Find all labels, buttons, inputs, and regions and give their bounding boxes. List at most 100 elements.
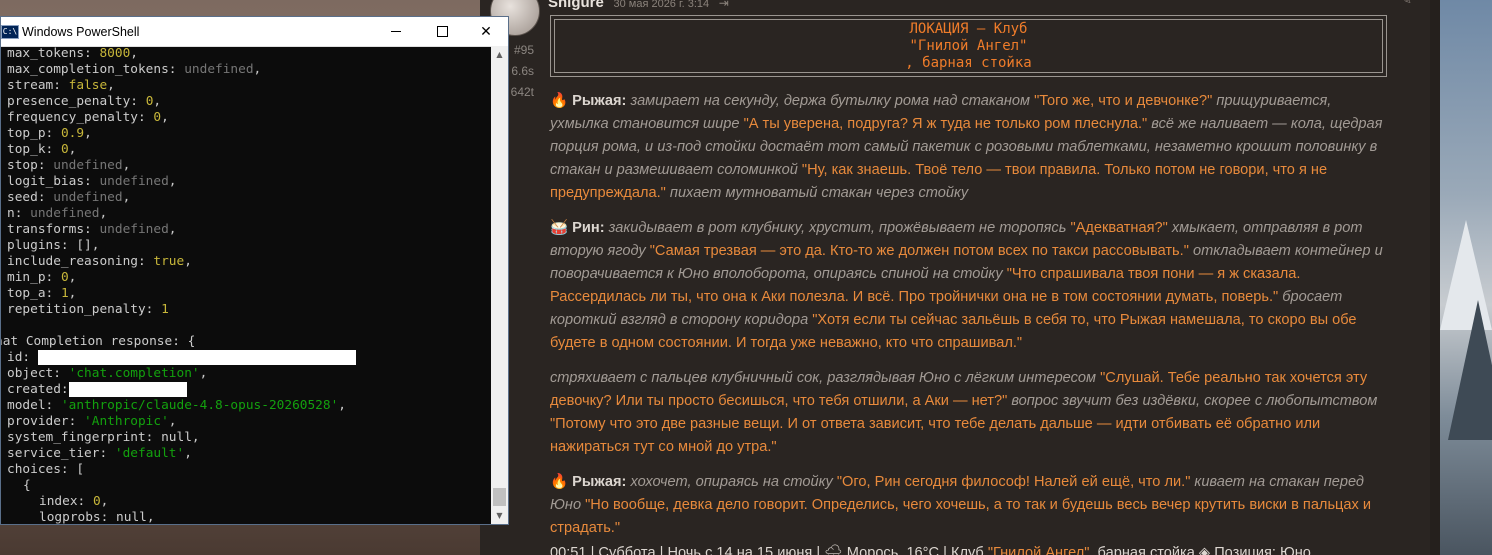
console-token: undefined [99,222,169,237]
console-token: , [122,158,131,173]
action-text: пихает мутноватый стакан через стойку [665,185,969,201]
console-token: repetition_penalty: [7,302,162,317]
location-line-1: ЛОКАЦИЯ – Клуб [909,20,1028,37]
console-line: top_p: 0.9, [1,126,491,142]
console-line: object: 'chat.completion', [1,366,491,382]
action-text: вопрос звучит без издёвки, скорее с любо… [1007,393,1378,409]
maximize-button[interactable] [419,17,465,46]
console-token: 0 [92,494,101,509]
console-token: 'anthropic/claude-4.8-opus-20260528' [60,398,339,413]
console-token: , [68,286,77,301]
console-token: top_p: [7,126,61,141]
minimize-button[interactable] [373,17,419,46]
console-line: stop: undefined, [1,158,491,174]
scroll-down-arrow-icon[interactable]: ▼ [491,507,508,524]
chat-scrollbar[interactable] [1430,0,1440,555]
message-paragraph: 🔥 Рыжая: замирает на секунду, держа бутыл… [550,90,1390,205]
console-line: transforms: undefined, [1,222,491,238]
minimize-icon [391,31,401,32]
console-line: id: [1,350,491,366]
console-token: , [253,62,262,77]
console-token: , [161,110,169,125]
console-line: logprobs: null, [1,510,491,524]
action-text: стряхивает с пальцев клубничный сок, раз… [550,370,1101,386]
console-line: max_completion_tokens: undefined, [1,62,491,78]
console-token: , [84,126,92,141]
console-token: , [199,366,208,381]
message-timestamp: 30 мая 2026 г. 3:14 [613,0,710,10]
console-line: hat Completion response: { [1,334,491,350]
location-line-2: "Гнилой Ангел" [909,37,1028,54]
dialogue-quote: "Адекватная?" [1070,220,1168,236]
status-club-name: "Гнилой Ангел" [987,545,1090,555]
console-line: { [1,478,491,494]
console-token: , [168,222,177,237]
mountain-shape-dark [1448,300,1492,440]
console-token: undefined [99,174,169,189]
console-line: provider: 'Anthropic', [1,414,491,430]
dialogue-quote: "Потому что это две разные вещи. И от от… [550,416,1321,455]
redacted-value [37,350,356,365]
console-token: include_reasoning: [7,254,154,269]
console-line: include_reasoning: true, [1,254,491,270]
location-line-3: , барная стойка [905,54,1032,71]
console-token: n: [7,206,31,221]
status-line: 00:51 | Суббота | Ночь с 14 на 15 июня |… [550,543,1390,555]
console-token: 1 [161,302,169,317]
author-name[interactable]: Shigure [548,0,604,11]
message-paragraph: стряхивает с пальцев клубничный сок, раз… [550,367,1390,459]
console-token: , [153,94,162,109]
console-token: logprobs: null, [39,510,155,524]
console-token: undefined [30,206,100,221]
dialogue-quote: "Ого, Рин сегодня философ! Налей ей ещё,… [836,474,1191,490]
console-output[interactable]: max_tokens: 8000, max_completion_tokens: … [1,46,491,524]
action-text: замирает на секунду, держа бутылку рома … [626,93,1035,109]
console-token: , [99,206,108,221]
dialogue-quote: "А ты уверена, подруга? Я ж туда не толь… [743,116,1148,132]
console-line: index: 0, [1,494,491,510]
message-header: Shigure 30 мая 2026 г. 3:14 ⇥ [548,0,729,11]
console-token: min_p: [7,270,61,285]
dialogue-quote: "Но вообще, девка дело говорит. Определи… [550,497,1372,536]
console-line: system_fingerprint: null, [1,430,491,446]
console-token: 0.9 [60,126,85,141]
console-token: , [68,270,77,285]
console-token: logit_bias: [7,174,100,189]
console-token: false [68,78,108,93]
console-token: , [184,254,192,269]
powershell-titlebar[interactable]: C:\ Windows PowerShell ✕ [1,17,508,47]
console-token: 'Anthropic' [84,414,169,429]
powershell-window: C:\ Windows PowerShell ✕ max_tokens: 800… [0,16,509,525]
close-icon: ✕ [480,23,492,40]
console-token: undefined [53,190,123,205]
close-button[interactable]: ✕ [463,17,509,46]
console-line: stream: false, [1,78,491,94]
console-scrollbar[interactable]: ▲ ▼ [491,46,508,524]
console-token: , [184,446,192,461]
console-line: repetition_penalty: 1 [1,302,491,318]
desktop-wallpaper-right [1440,0,1492,555]
console-token: index: [39,494,93,509]
speaker-name: Рыжая: [572,93,627,109]
scroll-up-arrow-icon[interactable]: ▲ [491,46,508,63]
edit-pencil-icon[interactable]: ✎ [1400,0,1412,8]
console-token: 'chat.completion' [68,366,200,381]
message-paragraph: 🥁 Рин: закидывает в рот клубнику, хрустит… [550,217,1390,355]
console-line: service_tier: 'default', [1,446,491,462]
console-token: created: [7,382,69,397]
status-suffix: , барная стойка ◈ Позиция: Юно [1089,545,1311,555]
console-token: service_tier: [7,446,115,461]
console-line: choices: [ [1,462,491,478]
scrollbar-thumb[interactable] [493,488,506,506]
redacted-value [68,382,187,397]
console-line: min_p: 0, [1,270,491,286]
console-line: max_tokens: 8000, [1,46,491,62]
console-line: seed: undefined, [1,190,491,206]
console-line: presence_penalty: 0, [1,94,491,110]
console-token: 8000 [99,46,131,61]
reply-arrow-icon[interactable]: ⇥ [719,0,729,10]
console-token: stream: [7,78,69,93]
console-token: presence_penalty: [7,94,146,109]
console-token: { [23,478,31,493]
